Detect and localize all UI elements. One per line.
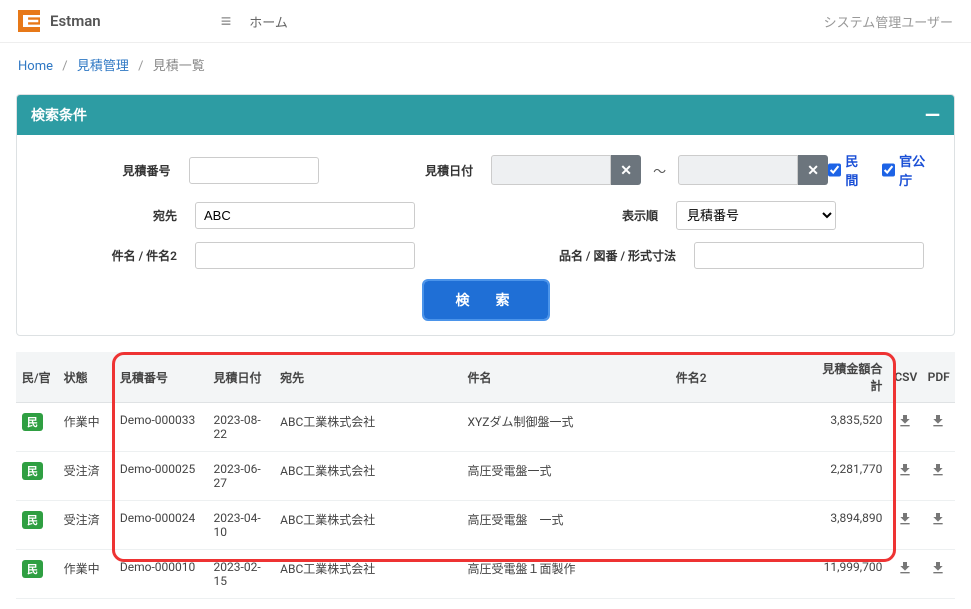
input-date-to[interactable] xyxy=(678,155,798,185)
results-table-wrap: 民/官 状態 見積番号 見積日付 宛先 件名 件名2 見積金額合計 CSV PD… xyxy=(0,352,971,609)
cell-status: 受注済 xyxy=(58,501,114,550)
top-bar: Estman ≡ ホーム システム管理ユーザー xyxy=(0,0,971,43)
input-pname[interactable] xyxy=(694,242,924,269)
table-row[interactable]: 民受注済Demo-0000252023-06-27ABC工業株式会社高圧受電盤一… xyxy=(16,452,955,501)
label-number: 見積番号 xyxy=(35,162,189,179)
th-date: 見積日付 xyxy=(208,352,275,403)
current-user: システム管理ユーザー xyxy=(824,12,953,31)
input-date-from[interactable] xyxy=(491,155,611,185)
download-pdf-icon[interactable] xyxy=(929,560,947,576)
cell-dest: ABC工業株式会社 xyxy=(274,550,461,599)
download-csv-icon[interactable] xyxy=(896,462,914,478)
input-dest[interactable] xyxy=(195,202,415,229)
download-csv-icon[interactable] xyxy=(896,560,914,576)
breadcrumb-home[interactable]: Home xyxy=(18,59,53,74)
cell-date: 2023-02-15 xyxy=(208,550,275,599)
label-dest: 宛先 xyxy=(35,207,195,224)
table-row[interactable]: 民受注済Demo-0000242023-04-10ABC工業株式会社高圧受電盤 … xyxy=(16,501,955,550)
badge-minkan: 民 xyxy=(22,413,43,431)
cell-dest: ABC工業株式会社 xyxy=(274,501,461,550)
th-dest: 宛先 xyxy=(274,352,461,403)
cell-number: Demo-000033 xyxy=(114,403,208,452)
badge-minkan: 民 xyxy=(22,462,43,480)
cell-status: 作業中 xyxy=(58,550,114,599)
cell-amount: 2,281,770 xyxy=(815,452,888,501)
cell-number: Demo-000024 xyxy=(114,501,208,550)
nav-home[interactable]: ホーム xyxy=(249,12,288,31)
cell-number: Demo-000010 xyxy=(114,550,208,599)
clear-date-from-button[interactable]: ✕ xyxy=(611,155,641,185)
brand-name: Estman xyxy=(50,12,101,30)
select-sort[interactable]: 見積番号 xyxy=(676,201,836,230)
cell-kname: 高圧受電盤一式 xyxy=(462,452,670,501)
cell-date: 2023-04-10 xyxy=(208,501,275,550)
download-pdf-icon[interactable] xyxy=(929,511,947,527)
cell-amount: 3,894,890 xyxy=(815,501,888,550)
menu-icon[interactable]: ≡ xyxy=(221,11,232,32)
cell-number: Demo-000025 xyxy=(114,452,208,501)
breadcrumb: Home / 見積管理 / 見積一覧 xyxy=(0,43,971,86)
checkbox-minkan-input[interactable] xyxy=(828,163,841,177)
cell-kname: XYZダム制御盤一式 xyxy=(462,403,670,452)
cell-date: 2023-08-22 xyxy=(208,403,275,452)
badge-minkan: 民 xyxy=(22,511,43,529)
breadcrumb-current: 見積一覧 xyxy=(153,59,205,74)
collapse-icon[interactable]: — xyxy=(925,108,940,122)
search-panel-title: 検索条件 xyxy=(31,105,87,125)
breadcrumb-mgmt[interactable]: 見積管理 xyxy=(77,59,129,74)
table-row[interactable]: 民作業中Demo-0000332023-08-22ABC工業株式会社XYZダム制… xyxy=(16,403,955,452)
cell-kname: 高圧受電盤 一式 xyxy=(462,501,670,550)
table-row[interactable]: 民作業中Demo-0000102023-02-15ABC工業株式会社高圧受電盤１… xyxy=(16,550,955,599)
label-pname: 品名 / 図番 / 形式寸法 xyxy=(544,247,694,264)
cell-status: 作業中 xyxy=(58,403,114,452)
checkbox-kankocho[interactable]: 官公庁 xyxy=(882,151,936,189)
th-pdf: PDF xyxy=(922,352,955,403)
cell-status: 受注済 xyxy=(58,452,114,501)
th-kname2: 件名2 xyxy=(670,352,816,403)
th-mk: 民/官 xyxy=(16,352,58,403)
cell-kname2 xyxy=(670,550,816,599)
search-button[interactable]: 検 索 xyxy=(424,281,548,319)
checkbox-minkan[interactable]: 民間 xyxy=(828,151,870,189)
th-status: 状態 xyxy=(58,352,114,403)
cell-kname: 高圧受電盤１面製作 xyxy=(462,550,670,599)
th-amount: 見積金額合計 xyxy=(815,352,888,403)
label-date: 見積日付 xyxy=(357,162,491,179)
checkbox-kankocho-input[interactable] xyxy=(882,163,895,177)
label-kname: 件名 / 件名2 xyxy=(35,247,195,264)
download-pdf-icon[interactable] xyxy=(929,413,947,429)
badge-minkan: 民 xyxy=(22,560,43,578)
clear-date-to-button[interactable]: ✕ xyxy=(798,155,828,185)
input-kname[interactable] xyxy=(195,242,415,269)
cell-kname2 xyxy=(670,403,816,452)
search-panel-header: 検索条件 — xyxy=(17,95,954,135)
date-range-separator: ～ xyxy=(641,161,678,180)
download-csv-icon[interactable] xyxy=(896,413,914,429)
cell-dest: ABC工業株式会社 xyxy=(274,452,461,501)
th-kname: 件名 xyxy=(462,352,670,403)
cell-kname2 xyxy=(670,452,816,501)
th-csv: CSV xyxy=(888,352,921,403)
label-sort: 表示順 xyxy=(586,207,676,224)
cell-dest: ABC工業株式会社 xyxy=(274,403,461,452)
cell-date: 2023-06-27 xyxy=(208,452,275,501)
cell-amount: 3,835,520 xyxy=(815,403,888,452)
search-panel: 検索条件 — 見積番号 見積日付 ✕ ～ ✕ 民間 xyxy=(16,94,955,336)
cell-kname2 xyxy=(670,501,816,550)
th-number: 見積番号 xyxy=(114,352,208,403)
download-csv-icon[interactable] xyxy=(896,511,914,527)
input-number[interactable] xyxy=(189,157,319,184)
cell-amount: 11,999,700 xyxy=(815,550,888,599)
download-pdf-icon[interactable] xyxy=(929,462,947,478)
logo-icon xyxy=(18,10,40,32)
results-table: 民/官 状態 見積番号 見積日付 宛先 件名 件名2 見積金額合計 CSV PD… xyxy=(16,352,955,599)
